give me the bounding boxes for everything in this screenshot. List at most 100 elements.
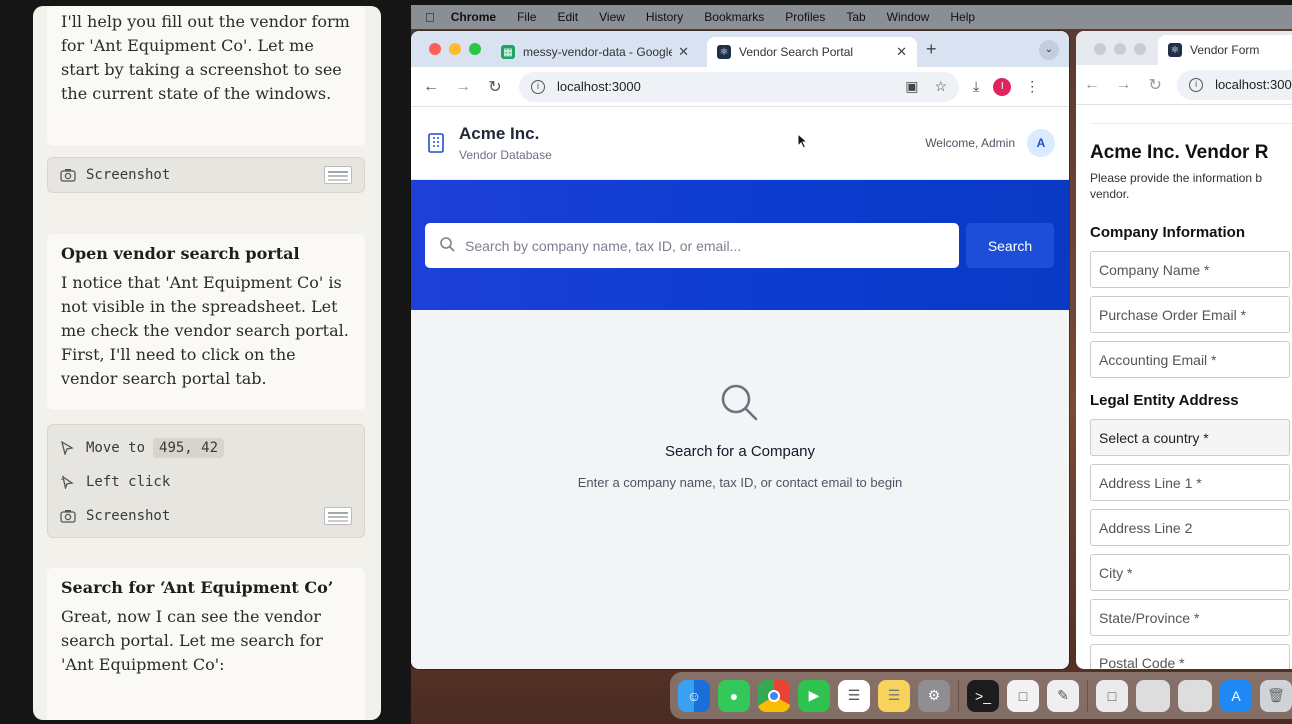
click-icon <box>60 475 86 489</box>
app-store-icon[interactable]: A <box>1220 679 1252 712</box>
menu-app-name[interactable]: Chrome <box>451 10 496 24</box>
brand-name: Acme Inc. <box>459 124 540 143</box>
back-icon[interactable]: ← <box>415 78 447 96</box>
screenshot-thumbnail[interactable] <box>324 507 352 525</box>
minimize-window-button[interactable] <box>1114 43 1126 55</box>
window-controls <box>429 43 481 55</box>
minimize-window-button[interactable] <box>449 43 461 55</box>
user-avatar[interactable]: A <box>1027 129 1055 157</box>
tool-call-block: Move to 495, 42 Left click Screenshot <box>47 424 365 538</box>
menu-help[interactable]: Help <box>950 10 975 24</box>
site-info-icon[interactable]: i <box>1189 77 1204 92</box>
menu-bookmarks[interactable]: Bookmarks <box>704 10 764 24</box>
window-thumbnail-icon[interactable] <box>1136 679 1170 712</box>
tool-label: Left click <box>86 474 171 490</box>
menu-tab[interactable]: Tab <box>846 10 865 24</box>
browser-toolbar: ← → ↻ i localhost:300 <box>1076 65 1292 105</box>
bookmark-star-icon[interactable]: ☆ <box>934 78 947 95</box>
postal-code-field[interactable]: Postal Code * <box>1090 644 1290 669</box>
search-box[interactable] <box>425 223 959 268</box>
search-input[interactable] <box>465 237 945 254</box>
trash-icon[interactable]: 🗑 <box>1260 679 1292 712</box>
empty-description: Enter a company name, tax ID, or contact… <box>577 475 903 490</box>
finder-icon[interactable]: ☺ <box>678 679 710 712</box>
city-field[interactable]: City * <box>1090 554 1290 591</box>
terminal-icon[interactable]: >_ <box>967 679 999 712</box>
section-legal-address: Legal Entity Address <box>1090 392 1239 409</box>
assistant-step: Search for ‘Ant Equipment Co’ Great, now… <box>47 568 365 720</box>
company-name-field[interactable]: Company Name * <box>1090 251 1290 288</box>
dock-separator <box>1087 679 1088 712</box>
step-title: Open vendor search portal <box>61 244 300 263</box>
address-bar[interactable]: i localhost:3000 ▣ ☆ <box>519 71 959 102</box>
address-line2-field[interactable]: Address Line 2 <box>1090 509 1290 546</box>
po-email-field[interactable]: Purchase Order Email * <box>1090 296 1290 333</box>
menu-view[interactable]: View <box>599 10 625 24</box>
reload-icon[interactable]: ↻ <box>479 77 511 97</box>
menu-profiles[interactable]: Profiles <box>785 10 825 24</box>
empty-state: Search for a Company Enter a company nam… <box>411 310 1069 669</box>
reminders-icon[interactable]: ☰ <box>838 679 870 712</box>
new-tab-button[interactable]: + <box>926 39 937 60</box>
country-select[interactable]: Select a country * <box>1090 419 1290 456</box>
mac-menu-bar:  Chrome File Edit View History Bookmark… <box>411 5 1292 29</box>
vendor-form-window: ⚛ Vendor Form ← → ↻ i localhost:300 Acme… <box>1076 31 1292 669</box>
forward-icon[interactable]: → <box>447 78 479 96</box>
facetime-icon[interactable]: ▶ <box>798 679 830 712</box>
download-icon[interactable]: ⤓ <box>973 78 979 95</box>
document-icon[interactable]: □ <box>1007 679 1039 712</box>
mouse-cursor-icon <box>797 132 809 154</box>
forward-icon[interactable]: → <box>1108 76 1140 94</box>
menu-history[interactable]: History <box>646 10 683 24</box>
vendor-form: Acme Inc. Vendor R Please provide the in… <box>1090 123 1292 669</box>
address-bar[interactable]: i localhost:300 <box>1177 69 1292 100</box>
accounting-email-field[interactable]: Accounting Email * <box>1090 341 1290 378</box>
form-title: Acme Inc. Vendor R <box>1090 142 1269 163</box>
menu-window[interactable]: Window <box>887 10 930 24</box>
profile-avatar[interactable]: I <box>993 77 1012 96</box>
notes-icon[interactable]: ☰ <box>878 679 910 712</box>
tool-label: Screenshot <box>86 167 171 183</box>
menu-file[interactable]: File <box>517 10 536 24</box>
address-line1-field[interactable]: Address Line 1 * <box>1090 464 1290 501</box>
section-company-info: Company Information <box>1090 224 1246 241</box>
tab-search-icon[interactable]: ⌄ <box>1039 40 1059 60</box>
close-window-button[interactable] <box>429 43 441 55</box>
window-thumbnail-icon[interactable] <box>1178 679 1212 712</box>
chrome-icon[interactable] <box>758 679 790 712</box>
tab-spreadsheet[interactable]: ▦ messy-vendor-data - Google ✕ <box>491 37 699 67</box>
url-text: localhost:300 <box>1215 77 1292 92</box>
tool-row-screenshot[interactable]: Screenshot <box>60 158 352 192</box>
dock: ☺ ● ▶ ☰ ☰ ⚙ >_ □ ✎ □ A 🗑 <box>670 672 1292 719</box>
tab-vendor-search[interactable]: ⚛ Vendor Search Portal ✕ <box>707 37 917 67</box>
url-text: localhost:3000 <box>557 79 641 94</box>
menu-edit[interactable]: Edit <box>557 10 578 24</box>
tab-strip: ⚛ Vendor Form <box>1076 31 1292 65</box>
message-text: I notice that 'Ant Equipment Co' is not … <box>61 273 349 388</box>
close-tab-icon[interactable]: ✕ <box>678 44 689 60</box>
close-tab-icon[interactable]: ✕ <box>896 44 907 60</box>
textedit-icon[interactable]: ✎ <box>1047 679 1079 712</box>
screenshot-thumbnail[interactable] <box>324 166 352 184</box>
tab-vendor-form[interactable]: ⚛ Vendor Form <box>1158 35 1292 65</box>
more-menu-icon[interactable]: ⋮ <box>1025 78 1039 95</box>
cursor-icon <box>60 441 86 455</box>
state-field[interactable]: State/Province * <box>1090 599 1290 636</box>
apple-menu-icon[interactable]:  <box>425 10 435 25</box>
messages-icon[interactable]: ● <box>718 679 750 712</box>
maximize-window-button[interactable] <box>1134 43 1146 55</box>
close-window-button[interactable] <box>1094 43 1106 55</box>
tool-row-move[interactable]: Move to 495, 42 <box>60 431 352 465</box>
react-icon: ⚛ <box>1168 43 1182 57</box>
file-icon[interactable]: □ <box>1096 679 1128 712</box>
brand-subtitle: Vendor Database <box>459 148 552 162</box>
tool-row-screenshot[interactable]: Screenshot <box>60 499 352 533</box>
site-info-icon[interactable]: i <box>531 79 545 94</box>
tool-row-click[interactable]: Left click <box>60 465 352 499</box>
search-button[interactable]: Search <box>966 223 1054 268</box>
maximize-window-button[interactable] <box>469 43 481 55</box>
reload-icon[interactable]: ↻ <box>1139 75 1171 95</box>
install-app-icon[interactable]: ▣ <box>905 78 918 95</box>
back-icon[interactable]: ← <box>1076 76 1108 94</box>
settings-icon[interactable]: ⚙ <box>918 679 950 712</box>
